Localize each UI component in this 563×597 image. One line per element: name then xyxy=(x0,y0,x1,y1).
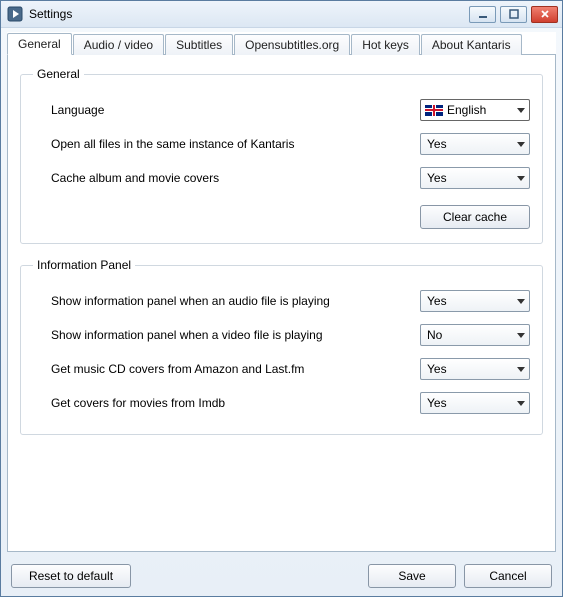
tab-label: Hot keys xyxy=(362,38,409,52)
row-clear-cache: Clear cache xyxy=(33,195,530,229)
reset-button[interactable]: Reset to default xyxy=(11,564,131,588)
cd-covers-label: Get music CD covers from Amazon and Last… xyxy=(51,362,420,376)
close-button[interactable] xyxy=(531,6,558,23)
same-instance-label: Open all files in the same instance of K… xyxy=(51,137,420,151)
save-button[interactable]: Save xyxy=(368,564,456,588)
info-video-select[interactable]: No xyxy=(420,324,530,346)
row-info-video: Show information panel when a video file… xyxy=(33,318,530,352)
row-cache-covers: Cache album and movie covers Yes xyxy=(33,161,530,195)
tab-label: General xyxy=(18,37,61,51)
movie-covers-select[interactable]: Yes xyxy=(420,392,530,414)
language-label: Language xyxy=(51,103,420,117)
tab-label: Subtitles xyxy=(176,38,222,52)
chevron-down-icon xyxy=(517,331,525,339)
chevron-down-icon xyxy=(517,106,525,114)
info-audio-label: Show information panel when an audio fil… xyxy=(51,294,420,308)
clear-cache-button[interactable]: Clear cache xyxy=(420,205,530,229)
chevron-down-icon xyxy=(517,399,525,407)
cd-covers-select[interactable]: Yes xyxy=(420,358,530,380)
same-instance-select[interactable]: Yes xyxy=(420,133,530,155)
group-general: General Language English Open all files … xyxy=(20,67,543,244)
app-icon xyxy=(7,6,23,22)
minimize-button[interactable] xyxy=(469,6,496,23)
row-cd-covers: Get music CD covers from Amazon and Last… xyxy=(33,352,530,386)
tab-audio-video[interactable]: Audio / video xyxy=(73,34,164,55)
info-audio-value: Yes xyxy=(427,294,517,308)
cache-covers-select[interactable]: Yes xyxy=(420,167,530,189)
row-movie-covers: Get covers for movies from Imdb Yes xyxy=(33,386,530,420)
chevron-down-icon xyxy=(517,297,525,305)
row-same-instance: Open all files in the same instance of K… xyxy=(33,127,530,161)
window-controls xyxy=(469,6,558,23)
uk-flag-icon xyxy=(425,105,443,116)
tab-general[interactable]: General xyxy=(7,33,72,55)
group-legend: Information Panel xyxy=(33,258,135,272)
button-label: Cancel xyxy=(489,569,526,583)
group-legend: General xyxy=(33,67,84,81)
cache-covers-value: Yes xyxy=(427,171,517,185)
row-language: Language English xyxy=(33,93,530,127)
tab-subtitles[interactable]: Subtitles xyxy=(165,34,233,55)
info-video-value: No xyxy=(427,328,517,342)
cancel-button[interactable]: Cancel xyxy=(464,564,552,588)
cd-covers-value: Yes xyxy=(427,362,517,376)
chevron-down-icon xyxy=(517,365,525,373)
language-select[interactable]: English xyxy=(420,99,530,121)
movie-covers-value: Yes xyxy=(427,396,517,410)
tab-hot-keys[interactable]: Hot keys xyxy=(351,34,420,55)
tab-label: About Kantaris xyxy=(432,38,511,52)
same-instance-value: Yes xyxy=(427,137,517,151)
tab-strip: General Audio / video Subtitles Opensubt… xyxy=(7,32,556,54)
tab-about[interactable]: About Kantaris xyxy=(421,34,522,55)
language-value: English xyxy=(447,103,517,117)
tab-label: Audio / video xyxy=(84,38,153,52)
footer: Reset to default Save Cancel xyxy=(1,558,562,596)
maximize-button[interactable] xyxy=(500,6,527,23)
button-label: Save xyxy=(398,569,425,583)
window-title: Settings xyxy=(29,7,469,21)
tab-label: Opensubtitles.org xyxy=(245,38,339,52)
client-area: General Audio / video Subtitles Opensubt… xyxy=(7,32,556,552)
tab-body: General Language English Open all files … xyxy=(7,54,556,552)
info-video-label: Show information panel when a video file… xyxy=(51,328,420,342)
cache-covers-label: Cache album and movie covers xyxy=(51,171,420,185)
button-label: Reset to default xyxy=(29,569,113,583)
group-info-panel: Information Panel Show information panel… xyxy=(20,258,543,435)
titlebar: Settings xyxy=(1,1,562,28)
tab-opensubtitles[interactable]: Opensubtitles.org xyxy=(234,34,350,55)
info-audio-select[interactable]: Yes xyxy=(420,290,530,312)
chevron-down-icon xyxy=(517,140,525,148)
row-info-audio: Show information panel when an audio fil… xyxy=(33,284,530,318)
chevron-down-icon xyxy=(517,174,525,182)
movie-covers-label: Get covers for movies from Imdb xyxy=(51,396,420,410)
button-label: Clear cache xyxy=(443,210,507,224)
settings-window: Settings General Audio / video Subtitles… xyxy=(0,0,563,597)
